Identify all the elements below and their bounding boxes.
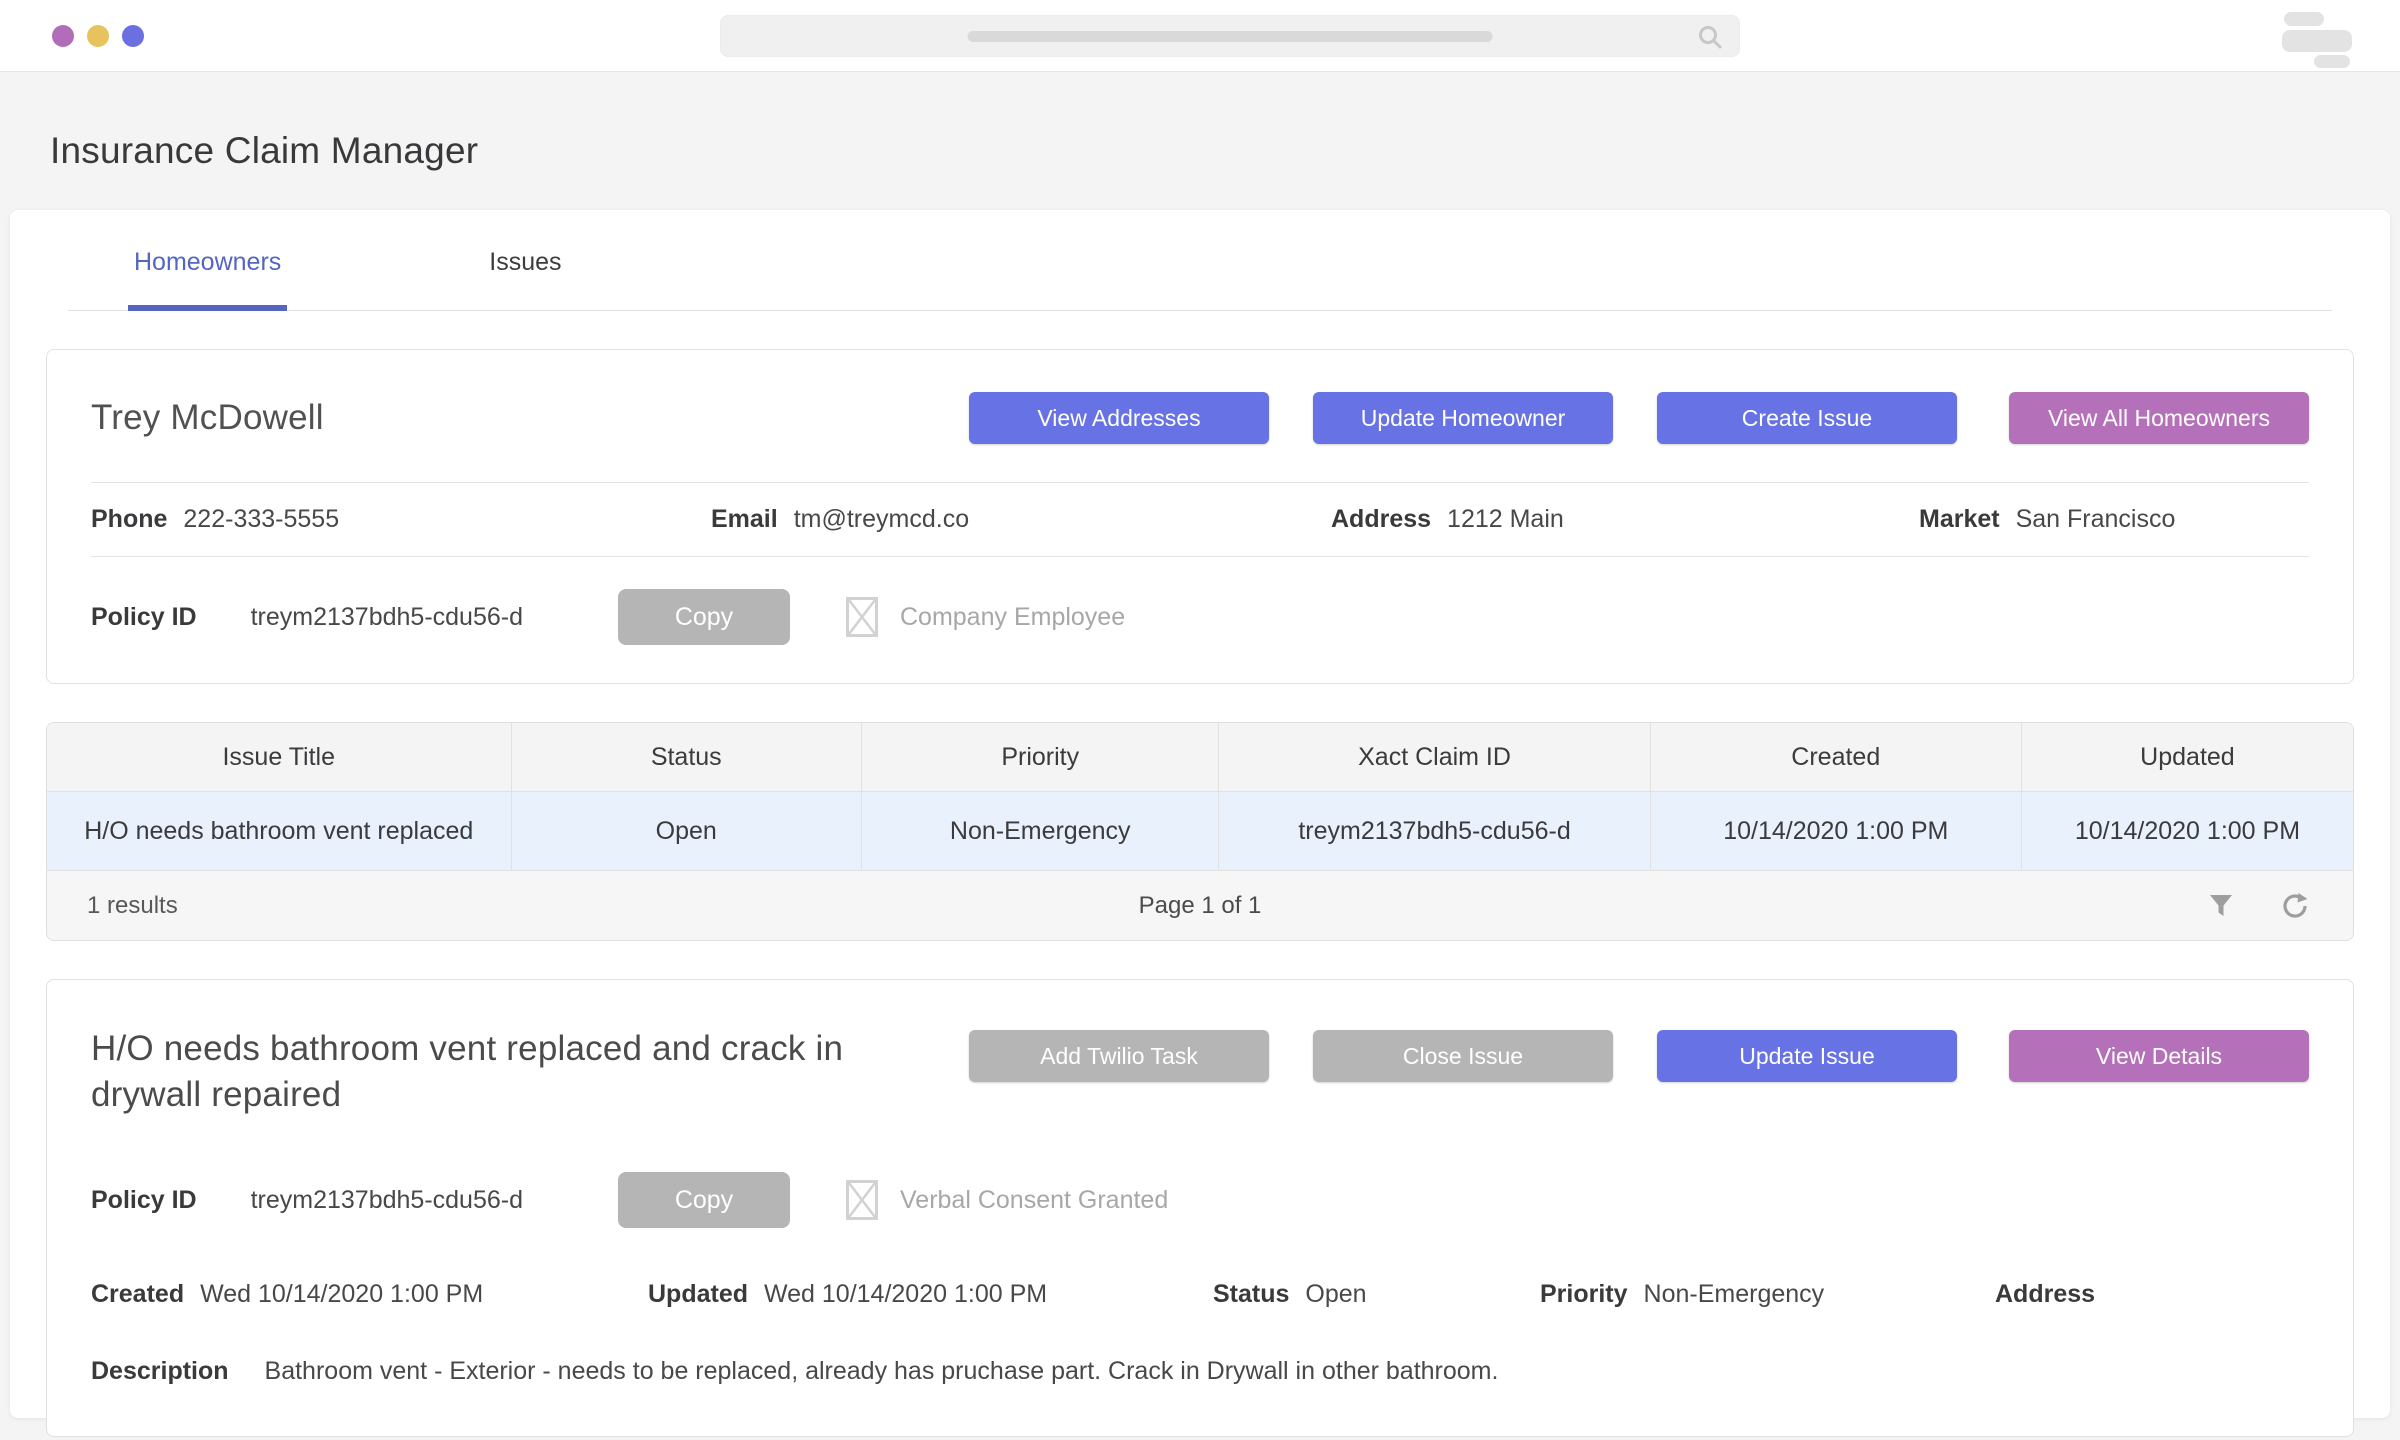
col-updated: Updated bbox=[2021, 723, 2353, 791]
page-title: Insurance Claim Manager bbox=[50, 130, 2400, 172]
page-indicator: Page 1 of 1 bbox=[624, 892, 1777, 920]
table-row[interactable]: H/O needs bathroom vent replaced Open No… bbox=[47, 791, 2353, 870]
updated-label: Updated bbox=[648, 1280, 748, 1309]
cell-status: Open bbox=[511, 792, 862, 870]
email-label: Email bbox=[711, 505, 778, 534]
verbal-consent-label: Verbal Consent Granted bbox=[900, 1186, 1168, 1215]
issues-table-header: Issue Title Status Priority Xact Claim I… bbox=[47, 723, 2353, 791]
copy-policy-id-button[interactable]: Copy bbox=[618, 589, 790, 645]
filter-icon[interactable] bbox=[2207, 892, 2235, 920]
status-value: Open bbox=[1305, 1280, 1366, 1309]
created-value: Wed 10/14/2020 1:00 PM bbox=[200, 1280, 483, 1309]
browser-menu-icon[interactable] bbox=[2276, 10, 2352, 62]
tab-issues[interactable]: Issues bbox=[483, 210, 567, 311]
address-value: 1212 Main bbox=[1447, 505, 1564, 534]
tab-homeowners[interactable]: Homeowners bbox=[128, 210, 287, 311]
issues-table-footer: 1 results Page 1 of 1 bbox=[47, 870, 2353, 940]
window-controls bbox=[52, 25, 144, 47]
company-employee-label: Company Employee bbox=[900, 603, 1125, 632]
window-minimize-dot[interactable] bbox=[87, 25, 109, 47]
browser-topbar bbox=[0, 0, 2400, 72]
refresh-icon[interactable] bbox=[2281, 892, 2309, 920]
priority-label: Priority bbox=[1540, 1280, 1628, 1309]
cell-xact-claim-id: treym2137bdh5-cdu56-d bbox=[1218, 792, 1649, 870]
policy-id-label: Policy ID bbox=[91, 1186, 197, 1215]
priority-value: Non-Emergency bbox=[1644, 1280, 1825, 1309]
policy-id-value: treym2137bdh5-cdu56-d bbox=[251, 1186, 523, 1215]
market-label: Market bbox=[1919, 505, 2000, 534]
issue-card: H/O needs bathroom vent replaced and cra… bbox=[46, 979, 2354, 1437]
issues-table: Issue Title Status Priority Xact Claim I… bbox=[46, 722, 2354, 941]
col-created: Created bbox=[1650, 723, 2021, 791]
description-value: Bathroom vent - Exterior - needs to be r… bbox=[265, 1357, 1499, 1386]
window-maximize-dot[interactable] bbox=[122, 25, 144, 47]
policy-id-label: Policy ID bbox=[91, 603, 197, 632]
address-label: Address bbox=[1995, 1280, 2095, 1309]
window-close-dot[interactable] bbox=[52, 25, 74, 47]
description-label: Description bbox=[91, 1357, 229, 1386]
col-issue-title: Issue Title bbox=[47, 723, 511, 791]
search-icon bbox=[1697, 24, 1723, 50]
status-label: Status bbox=[1213, 1280, 1289, 1309]
cell-issue-title: H/O needs bathroom vent replaced bbox=[47, 792, 511, 870]
created-label: Created bbox=[91, 1280, 184, 1309]
cell-priority: Non-Emergency bbox=[861, 792, 1218, 870]
col-xact-claim-id: Xact Claim ID bbox=[1218, 723, 1649, 791]
cell-updated: 10/14/2020 1:00 PM bbox=[2021, 792, 2353, 870]
copy-policy-id-button[interactable]: Copy bbox=[618, 1172, 790, 1228]
market-value: San Francisco bbox=[2016, 505, 2176, 534]
updated-value: Wed 10/14/2020 1:00 PM bbox=[764, 1280, 1047, 1309]
add-twilio-task-button[interactable]: Add Twilio Task bbox=[969, 1030, 1269, 1082]
view-all-homeowners-button[interactable]: View All Homeowners bbox=[2009, 392, 2309, 444]
col-priority: Priority bbox=[861, 723, 1218, 791]
homeowner-card: Trey McDowell View Addresses Update Home… bbox=[46, 349, 2354, 684]
results-count: 1 results bbox=[47, 892, 624, 920]
url-placeholder-line bbox=[968, 31, 1493, 42]
phone-label: Phone bbox=[91, 505, 167, 534]
main-panel: Homeowners Issues Trey McDowell View Add… bbox=[10, 210, 2390, 1418]
address-label: Address bbox=[1331, 505, 1431, 534]
cell-created: 10/14/2020 1:00 PM bbox=[1650, 792, 2021, 870]
policy-id-value: treym2137bdh5-cdu56-d bbox=[251, 603, 523, 632]
update-issue-button[interactable]: Update Issue bbox=[1657, 1030, 1957, 1082]
view-details-button[interactable]: View Details bbox=[2009, 1030, 2309, 1082]
tab-bar: Homeowners Issues bbox=[68, 210, 2332, 311]
company-employee-checkbox[interactable] bbox=[846, 597, 878, 637]
homeowner-name: Trey McDowell bbox=[91, 398, 324, 438]
phone-value: 222-333-5555 bbox=[183, 505, 339, 534]
view-addresses-button[interactable]: View Addresses bbox=[969, 392, 1269, 444]
create-issue-button[interactable]: Create Issue bbox=[1657, 392, 1957, 444]
close-issue-button[interactable]: Close Issue bbox=[1313, 1030, 1613, 1082]
email-value: tm@treymcd.co bbox=[794, 505, 969, 534]
col-status: Status bbox=[511, 723, 862, 791]
address-search-input[interactable] bbox=[720, 15, 1740, 57]
verbal-consent-checkbox[interactable] bbox=[846, 1180, 878, 1220]
update-homeowner-button[interactable]: Update Homeowner bbox=[1313, 392, 1613, 444]
issue-title: H/O needs bathroom vent replaced and cra… bbox=[91, 1026, 911, 1118]
